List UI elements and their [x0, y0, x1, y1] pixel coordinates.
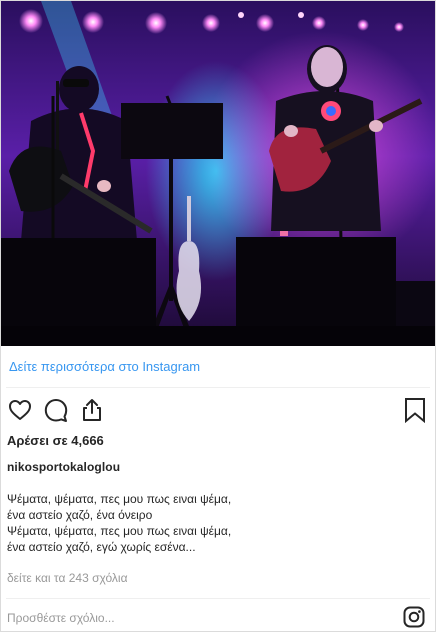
post-username[interactable]: nikosportokaloglou — [7, 460, 120, 474]
caption-line: ένα αστείο χαζό, εγώ χωρίς εσένα... — [7, 540, 196, 554]
heart-icon[interactable] — [7, 397, 33, 428]
likes-count: Αρέσει σε 4,666 — [7, 433, 104, 448]
divider — [6, 598, 430, 599]
divider — [6, 387, 430, 388]
caption-line: ένα αστείο χαζό, ένα όνειρο — [7, 508, 153, 522]
instagram-embed: Δείτε περισσότερα στο Instagram Αρέσει σ… — [0, 0, 436, 632]
post-photo[interactable] — [1, 1, 435, 346]
view-more-on-instagram-link[interactable]: Δείτε περισσότερα στο Instagram — [9, 359, 200, 374]
concert-stage-image — [1, 1, 435, 346]
post-caption: Ψέματα, ψέματα, πες μου πως ειναι ψέμα, … — [7, 491, 427, 555]
share-icon[interactable] — [79, 397, 105, 428]
instagram-logo-icon[interactable] — [403, 606, 425, 633]
add-comment-input[interactable]: Προσθέστε σχόλιο... — [7, 611, 115, 625]
action-bar — [1, 397, 435, 425]
caption-line: Ψέματα, ψέματα, πες μου πως ειναι ψέμα, — [7, 492, 232, 506]
view-all-comments-link[interactable]: δείτε και τα 243 σχόλια — [7, 571, 128, 585]
bookmark-icon[interactable] — [403, 397, 427, 428]
comment-icon[interactable] — [43, 397, 69, 428]
caption-line: Ψέματα, ψέματα, πες μου πως ειναι ψέμα, — [7, 524, 232, 538]
